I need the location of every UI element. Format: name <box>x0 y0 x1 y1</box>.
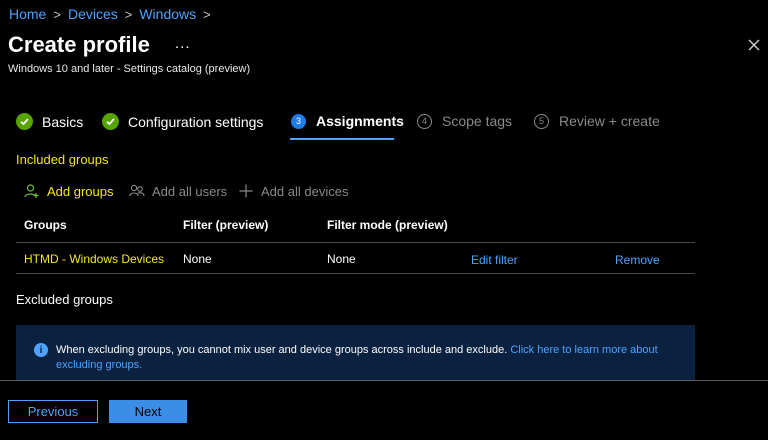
previous-button[interactable]: Previous <box>8 400 98 423</box>
edit-filter-link[interactable]: Edit filter <box>471 253 518 267</box>
add-all-devices-button[interactable]: Add all devices <box>238 183 348 199</box>
column-header-filter-mode: Filter mode (preview) <box>327 218 448 232</box>
tab-assignments[interactable]: 3 Assignments <box>291 113 404 129</box>
tab-configuration-settings[interactable]: Configuration settings <box>102 113 263 130</box>
add-groups-label: Add groups <box>47 183 114 199</box>
active-tab-indicator <box>290 138 394 140</box>
step-number-badge: 4 <box>417 113 432 129</box>
chevron-right-icon: > <box>124 6 133 22</box>
footer-divider <box>0 380 768 381</box>
remove-link[interactable]: Remove <box>615 253 660 267</box>
check-circle-icon <box>16 113 33 130</box>
more-options-button[interactable]: ... <box>175 35 191 52</box>
tab-scope-tags[interactable]: 4 Scope tags <box>417 113 512 129</box>
included-groups-heading: Included groups <box>16 152 109 167</box>
excluded-groups-heading: Excluded groups <box>16 292 113 307</box>
step-number-badge: 3 <box>291 113 306 129</box>
filter-mode-cell: None <box>327 252 356 266</box>
add-all-devices-label: Add all devices <box>261 183 349 199</box>
chevron-right-icon: > <box>203 6 211 22</box>
add-person-icon <box>24 184 39 198</box>
add-all-users-label: Add all users <box>152 183 228 199</box>
filter-cell: None <box>183 252 212 266</box>
tab-basics[interactable]: Basics <box>16 113 83 130</box>
plus-icon <box>239 184 253 198</box>
tab-label: Review + create <box>559 113 660 129</box>
breadcrumb-home[interactable]: Home <box>9 6 46 22</box>
tab-label: Scope tags <box>442 113 513 129</box>
page-subtitle: Windows 10 and later - Settings catalog … <box>8 63 251 75</box>
close-button[interactable] <box>745 36 763 54</box>
tab-label: Basics <box>42 113 84 130</box>
column-header-filter: Filter (preview) <box>183 218 269 232</box>
info-message: When excluding groups, you cannot mix us… <box>56 344 508 356</box>
column-header-groups: Groups <box>24 218 67 232</box>
add-groups-button[interactable]: Add groups <box>24 183 114 199</box>
users-icon <box>129 184 145 197</box>
tab-label: Assignments <box>316 113 404 129</box>
step-number-badge: 5 <box>534 113 549 129</box>
table-divider <box>16 242 695 243</box>
info-banner-text: When excluding groups, you cannot mix us… <box>56 343 676 373</box>
add-all-users-button[interactable]: Add all users <box>129 183 227 199</box>
page-title: Create profile <box>8 32 150 57</box>
tab-review-create[interactable]: 5 Review + create <box>534 113 660 129</box>
breadcrumb-windows[interactable]: Windows <box>139 6 196 22</box>
chevron-right-icon: > <box>53 6 61 22</box>
breadcrumb: Home > Devices > Windows > <box>9 6 218 22</box>
group-name-cell: HTMD - Windows Devices <box>24 252 165 266</box>
table-divider <box>16 273 695 274</box>
check-circle-icon <box>102 113 119 130</box>
breadcrumb-devices[interactable]: Devices <box>68 6 118 22</box>
close-icon <box>748 39 760 51</box>
next-button[interactable]: Next <box>109 400 187 423</box>
info-icon: i <box>34 343 48 357</box>
tab-label: Configuration settings <box>128 113 264 130</box>
